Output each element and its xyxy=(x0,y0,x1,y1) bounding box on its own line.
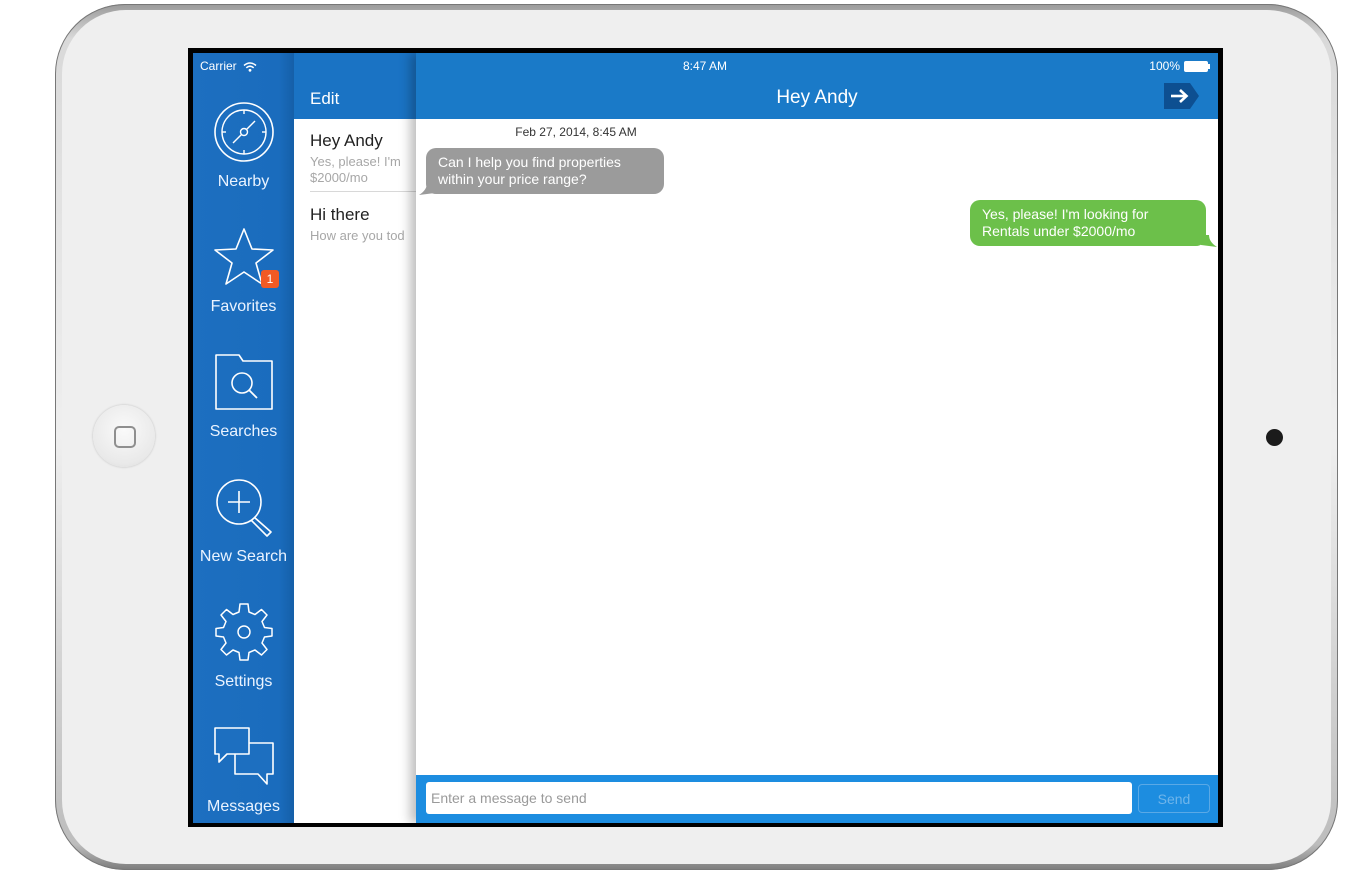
edit-button[interactable]: Edit xyxy=(310,89,339,109)
sidebar-item-searches[interactable]: Searches xyxy=(193,351,294,441)
chat-panel: 8:47 AM 100% Hey Andy Feb 27, 2014, 8:45… xyxy=(416,53,1218,823)
sidebar-item-nearby[interactable]: Nearby xyxy=(193,101,294,191)
wifi-icon xyxy=(243,62,257,72)
sidebar-item-favorites[interactable]: 1 Favorites xyxy=(193,226,294,316)
status-battery: 100% xyxy=(1149,59,1210,73)
carrier-label: Carrier xyxy=(200,59,237,73)
home-button[interactable] xyxy=(93,405,155,467)
gear-icon xyxy=(214,603,273,661)
sidebar-item-messages[interactable]: Messages xyxy=(193,726,294,816)
sidebar-item-label: Messages xyxy=(207,798,280,815)
battery-percent: 100% xyxy=(1149,59,1180,73)
message-input[interactable] xyxy=(426,782,1132,814)
front-camera xyxy=(1266,429,1283,446)
sidebar: Carrier Nearby 1 Favorites Searches New … xyxy=(193,53,294,823)
sidebar-item-label: New Search xyxy=(199,548,288,565)
chat-title: Hey Andy xyxy=(776,87,858,108)
incoming-message-bubble: Can I help you find properties within yo… xyxy=(426,148,664,194)
sidebar-item-settings[interactable]: Settings xyxy=(193,601,294,691)
compass-icon xyxy=(213,102,274,162)
battery-icon xyxy=(1184,60,1210,72)
message-composer: Send xyxy=(416,775,1218,823)
sidebar-item-label: Nearby xyxy=(217,173,270,190)
folder-search-icon xyxy=(214,354,273,410)
home-button-icon xyxy=(114,426,136,448)
sidebar-item-label: Searches xyxy=(209,423,278,440)
send-button[interactable]: Send xyxy=(1138,784,1210,813)
arrow-right-icon[interactable] xyxy=(1162,82,1200,110)
outgoing-bubble-tail xyxy=(1201,235,1217,247)
sidebar-item-new-search[interactable]: New Search xyxy=(193,476,294,566)
magnifier-plus-icon xyxy=(215,479,272,537)
status-carrier: Carrier xyxy=(200,59,257,73)
screen: Carrier Nearby 1 Favorites Searches New … xyxy=(188,48,1223,827)
status-time: 8:47 AM xyxy=(682,59,728,73)
outgoing-message-bubble: Yes, please! I'm looking for Rentals und… xyxy=(970,200,1206,246)
message-timestamp: Feb 27, 2014, 8:45 AM xyxy=(515,125,637,139)
sidebar-item-label: Settings xyxy=(214,673,273,690)
sidebar-item-label: Favorites xyxy=(210,298,277,315)
favorites-badge: 1 xyxy=(261,270,279,288)
chat-bubbles-icon xyxy=(213,727,274,785)
chat-header: 8:47 AM 100% Hey Andy xyxy=(416,53,1218,119)
display: Carrier Nearby 1 Favorites Searches New … xyxy=(193,53,1218,823)
incoming-bubble-tail xyxy=(419,183,435,195)
